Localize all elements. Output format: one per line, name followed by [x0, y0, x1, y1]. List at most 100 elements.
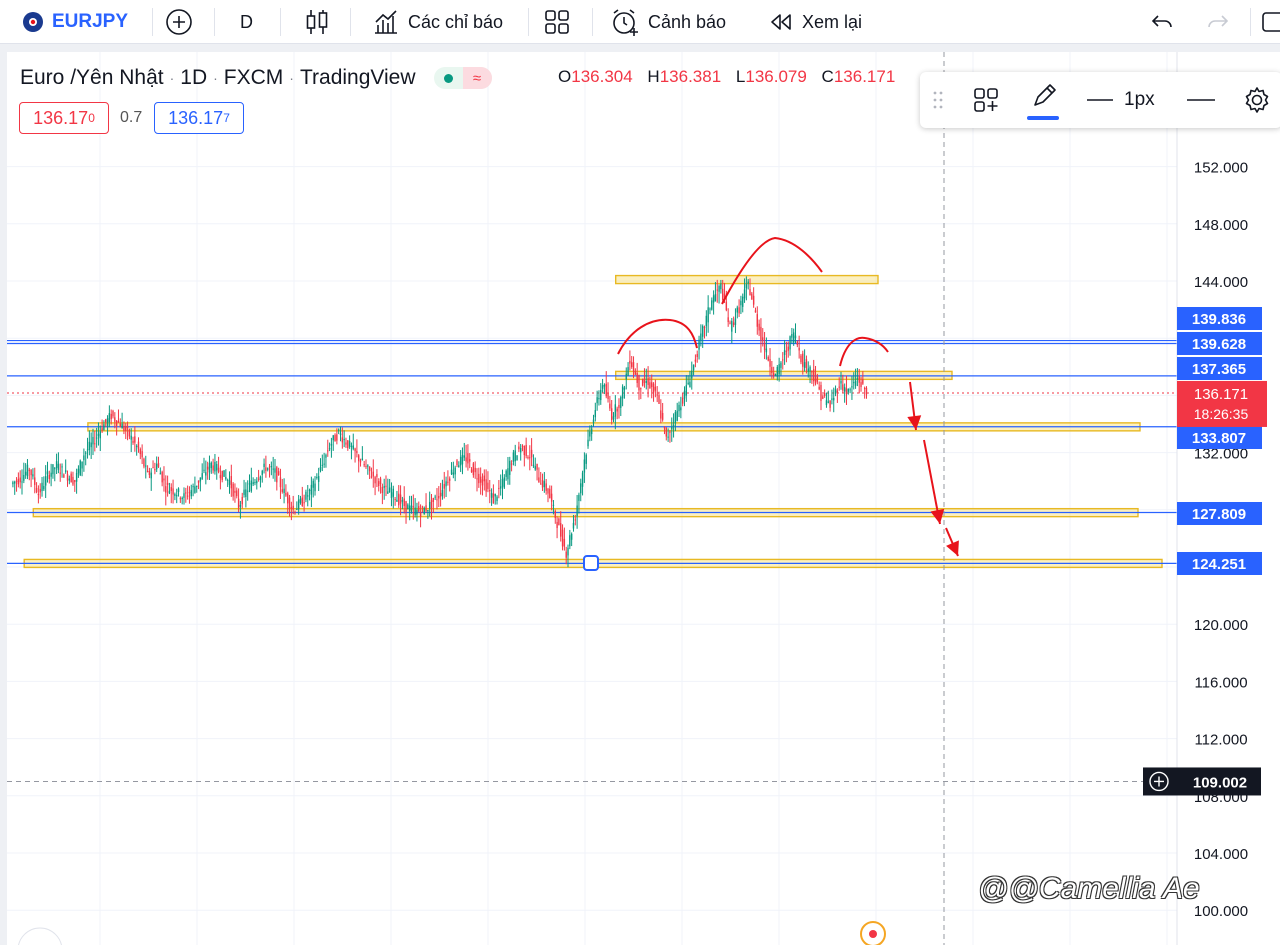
alert-button[interactable]: Cảnh báo: [610, 0, 726, 44]
candle-body: [443, 483, 445, 489]
candle-body: [570, 533, 573, 540]
candle-body: [345, 442, 347, 445]
indicators-button[interactable]: Các chỉ báo: [372, 0, 503, 44]
candle-body: [30, 470, 32, 476]
candle-body: [771, 367, 773, 373]
candle-body: [387, 491, 389, 494]
candle-body: [323, 463, 325, 465]
candle-body: [379, 478, 382, 484]
eurjpy-flag-icon: [23, 12, 43, 32]
candle-body: [161, 471, 163, 483]
candle-body: [134, 436, 136, 443]
candle-body: [574, 519, 576, 521]
redo-button[interactable]: [1206, 0, 1230, 44]
candle-body: [392, 488, 394, 497]
candle-body: [576, 505, 578, 517]
candle-body: [43, 485, 45, 490]
candle-body: [99, 431, 101, 439]
data-delay-icon: ≈: [462, 67, 492, 89]
candle-body: [145, 465, 147, 467]
candle-body: [243, 489, 245, 495]
candle-body: [834, 388, 837, 394]
candle-body: [536, 463, 538, 470]
symbol-search-button[interactable]: EURJPY: [22, 0, 128, 44]
line-price-label[interactable]: 133.807: [1192, 430, 1246, 447]
drag-dots-icon: [933, 91, 943, 109]
candle-body: [647, 378, 649, 385]
interval-button[interactable]: D: [240, 0, 253, 44]
line-price-label[interactable]: 124.251: [1192, 556, 1246, 573]
line-price-label[interactable]: 137.365: [1192, 361, 1246, 378]
undo-icon: [1151, 15, 1172, 28]
line-price-label[interactable]: 139.628: [1192, 336, 1246, 353]
candle-body: [472, 463, 475, 476]
candle-body: [452, 472, 455, 475]
candle-body: [206, 466, 209, 470]
candle-body: [103, 424, 105, 431]
candle-body: [14, 481, 16, 484]
layout-templates-button[interactable]: [544, 0, 570, 44]
candle-body: [141, 451, 143, 458]
candle-body: [516, 455, 518, 461]
compare-symbol-button[interactable]: [164, 0, 194, 44]
bar-countdown-label: 18:26:35: [1194, 406, 1249, 422]
symbol-title[interactable]: Euro /Yên Nhật: [20, 66, 164, 90]
candle-body: [523, 446, 526, 456]
line-color-button[interactable]: [1026, 72, 1060, 128]
candle-body: [701, 326, 704, 337]
head-arc[interactable]: [721, 236, 823, 305]
scroll-back-button[interactable]: [18, 927, 62, 945]
candle-body: [547, 488, 549, 494]
sell-button[interactable]: 136.17 0: [19, 102, 109, 134]
candle-body: [234, 490, 236, 493]
interval-label: D: [240, 11, 253, 32]
candle-body: [170, 487, 172, 491]
candle-body: [152, 467, 154, 469]
fullscreen-button[interactable]: [1262, 0, 1280, 44]
candle-body: [807, 368, 809, 372]
candle-body: [256, 480, 258, 484]
candle-body: [126, 426, 129, 429]
candle-body: [143, 458, 145, 467]
candle-body: [481, 479, 484, 486]
candle-body: [88, 441, 91, 450]
candle-body: [230, 476, 233, 489]
drawing-template-button[interactable]: [972, 72, 1000, 128]
candle-body: [64, 470, 67, 472]
candle-body: [121, 423, 123, 429]
line-width-button[interactable]: 1px: [1086, 72, 1155, 128]
right-shoulder-arc[interactable]: [839, 336, 889, 367]
replay-button[interactable]: Xem lại: [768, 0, 862, 44]
candle-body: [800, 355, 802, 363]
candle-body: [678, 404, 680, 412]
drawing-settings-button[interactable]: [1242, 72, 1272, 128]
chart-type-button[interactable]: [304, 0, 330, 44]
gear-icon: [1245, 87, 1269, 113]
candle-body: [865, 387, 868, 395]
candle-body: [237, 498, 240, 508]
market-status-pill[interactable]: ≈: [433, 67, 492, 89]
candle-body: [674, 412, 677, 424]
candle-body: [312, 480, 314, 488]
candle-body: [567, 547, 569, 556]
candle-body: [479, 476, 482, 483]
line-price-label[interactable]: 127.809: [1192, 506, 1246, 523]
horizontal-lines[interactable]: [7, 339, 1177, 565]
price-tick-label: 112.000: [1194, 732, 1247, 749]
buy-button[interactable]: 136.17 7: [154, 102, 244, 134]
price-chart[interactable]: 100.000104.000108.000112.000116.000120.0…: [0, 52, 1280, 945]
line-style-button[interactable]: [1186, 72, 1216, 128]
candle-body: [408, 505, 411, 512]
price-axis[interactable]: 100.000104.000108.000112.000116.000120.0…: [1143, 52, 1267, 945]
candle-body: [683, 390, 686, 399]
candle-body: [277, 471, 280, 476]
undo-button[interactable]: [1150, 0, 1174, 44]
candle-body: [654, 386, 657, 391]
line-price-label[interactable]: 139.836: [1192, 311, 1246, 328]
candle-body: [283, 488, 285, 493]
drag-handle[interactable]: [932, 72, 944, 128]
drawing-anchor-handle[interactable]: [583, 555, 599, 571]
candle-body: [223, 470, 225, 477]
candle-body: [663, 426, 666, 429]
left-shoulder-arc[interactable]: [617, 318, 698, 355]
